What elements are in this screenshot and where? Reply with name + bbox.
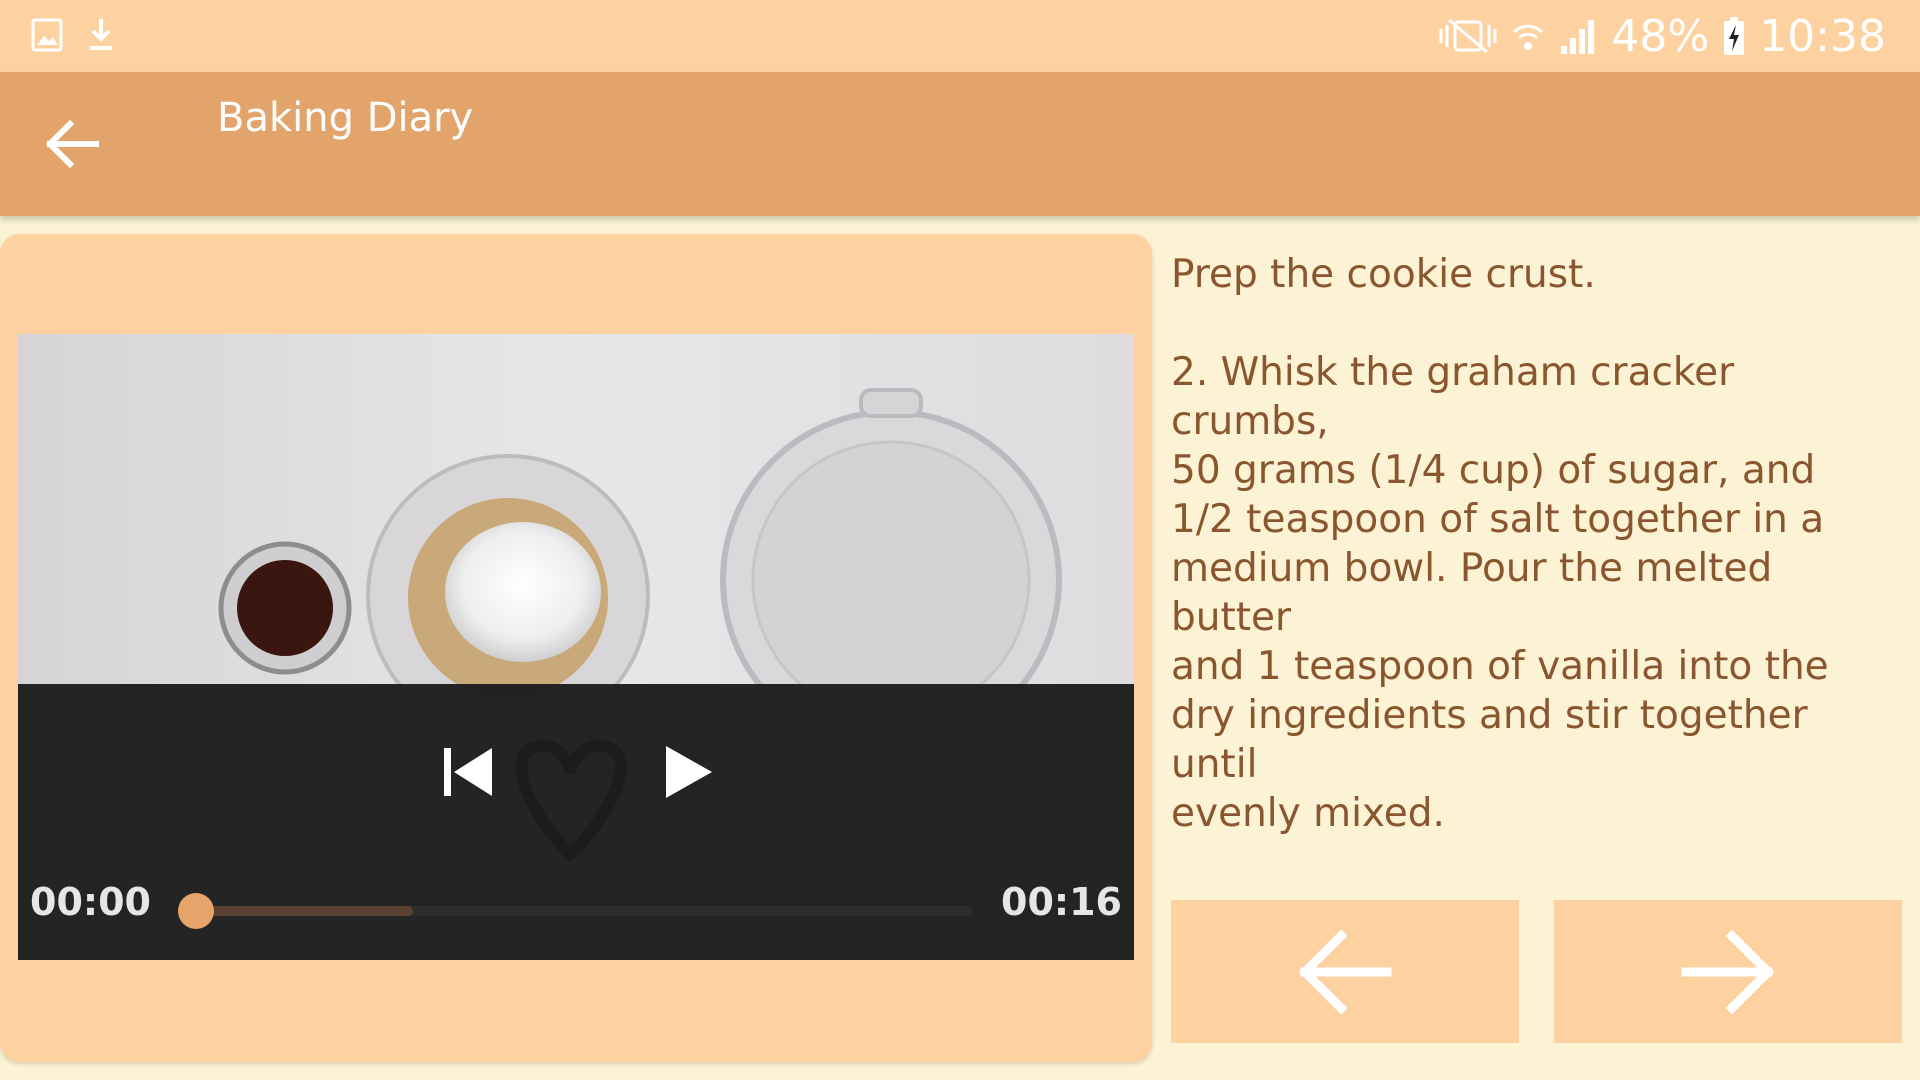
- battery-text: 48%: [1611, 10, 1710, 62]
- duration: 00:16: [1001, 880, 1122, 924]
- previous-step-button[interactable]: [1171, 900, 1519, 1043]
- skip-previous-icon: [444, 748, 492, 796]
- status-bar: 48% 10:38: [0, 0, 1920, 72]
- next-step-button[interactable]: [1554, 900, 1902, 1043]
- play-button[interactable]: [662, 744, 718, 805]
- play-icon: [666, 746, 712, 798]
- clock: 10:38: [1759, 10, 1886, 62]
- playback-controls: 00:00 00:16: [18, 684, 1134, 960]
- step-text-panel: Prep the cookie crust. 2. Whisk the grah…: [1171, 250, 1891, 838]
- current-time: 00:00: [30, 880, 151, 924]
- image-icon: [30, 16, 64, 59]
- download-icon: [86, 16, 116, 59]
- page-title: Baking Diary: [217, 95, 474, 141]
- signal-icon: [1559, 16, 1597, 56]
- back-button[interactable]: [36, 112, 108, 176]
- seek-bar-thumb[interactable]: [178, 893, 214, 929]
- seek-bar-buffered: [196, 906, 414, 916]
- app-bar: [0, 72, 1920, 216]
- arrow-right-icon: [1681, 929, 1775, 1014]
- battery-charging-icon: [1723, 16, 1745, 56]
- skip-previous-button[interactable]: [440, 744, 496, 805]
- video-card: 00:00 00:16: [0, 234, 1152, 1062]
- arrow-left-icon: [1298, 929, 1392, 1014]
- step-description: 2. Whisk the graham cracker crumbs, 50 g…: [1171, 350, 1829, 836]
- seek-bar[interactable]: [178, 893, 972, 929]
- step-title: Prep the cookie crust.: [1171, 252, 1596, 297]
- arrow-left-icon: [45, 119, 99, 169]
- video-player[interactable]: 00:00 00:16: [18, 334, 1134, 960]
- wifi-icon: [1511, 16, 1545, 56]
- vibrate-mute-icon: [1439, 16, 1497, 56]
